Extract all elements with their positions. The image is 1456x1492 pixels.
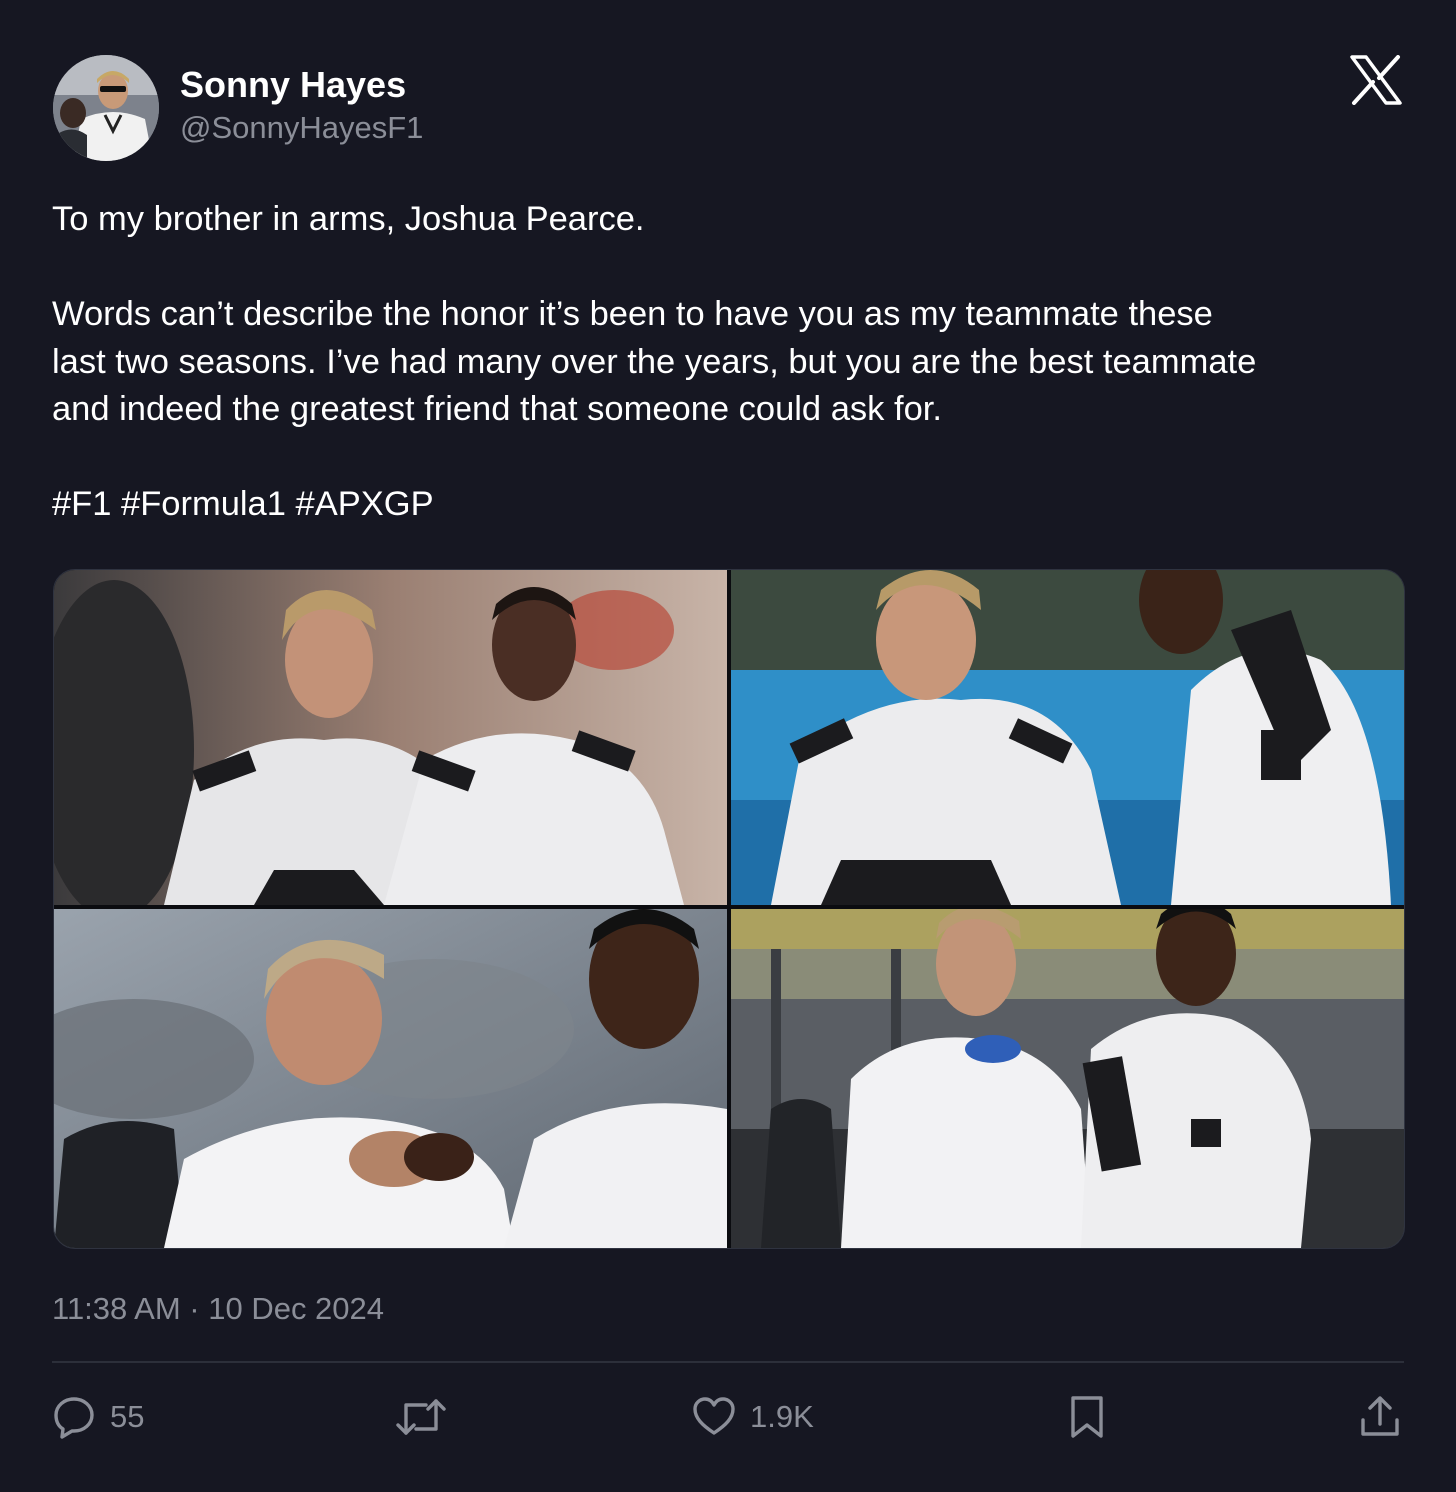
like-count: 1.9K [750, 1399, 814, 1434]
like-button[interactable]: 1.9K [692, 1394, 814, 1440]
reply-icon [52, 1395, 96, 1439]
tweet-line: Words can’t describe the honor it’s been… [52, 295, 1213, 333]
media-grid [53, 569, 1405, 1249]
photo-2[interactable] [731, 570, 1404, 905]
avatar-photo [53, 55, 159, 161]
tweet-text: To my brother in arms, Joshua Pearce. Wo… [52, 196, 1412, 529]
x-logo-icon [1349, 55, 1403, 105]
photo-4-image [731, 909, 1404, 1248]
share-icon [1359, 1394, 1401, 1440]
photo-3[interactable] [54, 909, 727, 1248]
author-display-name[interactable]: Sonny Hayes [180, 64, 406, 106]
heart-icon [692, 1395, 736, 1439]
photo-2-image [731, 570, 1404, 905]
share-button[interactable] [1359, 1394, 1401, 1440]
tweet-hashtags[interactable]: #F1 #Formula1 #APXGP [52, 481, 1412, 529]
bookmark-icon [1068, 1394, 1106, 1440]
reply-button[interactable]: 55 [52, 1394, 144, 1440]
tweet-line: To my brother in arms, Joshua Pearce. [52, 200, 645, 238]
author-handle[interactable]: @SonnyHayesF1 [180, 109, 423, 147]
tweet-timestamp[interactable]: 11:38 AM · 10 Dec 2024 [52, 1290, 384, 1328]
photo-1[interactable] [54, 570, 727, 905]
tweet-card: Sonny Hayes @SonnyHayesF1 To my brother … [0, 0, 1456, 1492]
retweet-icon [396, 1395, 446, 1439]
photo-3-image [54, 909, 727, 1248]
retweet-button[interactable] [396, 1394, 446, 1440]
bookmark-button[interactable] [1068, 1394, 1106, 1440]
divider [52, 1361, 1404, 1363]
tweet-line: and indeed the greatest friend that some… [52, 390, 942, 428]
photo-1-image [54, 570, 727, 905]
reply-count: 55 [110, 1399, 145, 1434]
tweet-line: last two seasons. I’ve had many over the… [52, 342, 1257, 381]
photo-4[interactable] [731, 909, 1404, 1248]
author-avatar[interactable] [53, 55, 159, 161]
